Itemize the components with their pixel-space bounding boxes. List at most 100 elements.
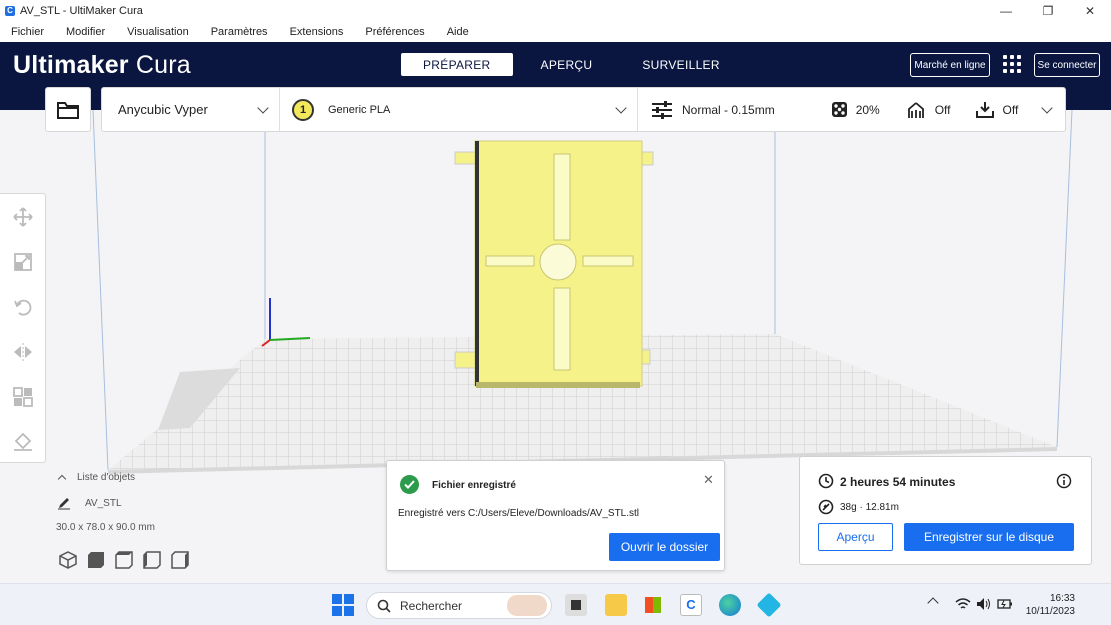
preview-button[interactable]: Aperçu [818, 523, 893, 551]
chevron-down-icon [257, 101, 269, 114]
per-model-settings-tool[interactable] [12, 386, 34, 408]
cube-front-icon [88, 552, 104, 568]
edge-browser-icon[interactable] [719, 594, 741, 616]
battery-icon[interactable] [997, 597, 1013, 611]
profile-label: Normal - 0.15mm [682, 102, 775, 117]
menu-fichier[interactable]: Fichier [11, 26, 44, 38]
cube-3d-icon [59, 551, 77, 569]
pencil-icon [58, 498, 70, 510]
material-selector[interactable]: 1 Generic PLA [280, 88, 638, 131]
move-tool[interactable] [12, 206, 34, 228]
settings-sliders-icon [652, 100, 672, 119]
support-blocker-tool[interactable] [12, 431, 34, 453]
search-placeholder: Rechercher [400, 598, 463, 613]
view-right-button[interactable] [170, 550, 190, 570]
move-icon [13, 207, 33, 227]
notification-message: Enregistré vers C:/Users/Eleve/Downloads… [398, 508, 640, 519]
camera-view-buttons [58, 550, 198, 570]
support-value: Off [934, 102, 951, 117]
material-extruder-badge: 1 [292, 98, 314, 121]
adhesion-icon [975, 101, 994, 118]
per-model-settings-icon [13, 387, 33, 407]
object-list: Liste d'objets AV_STL 30.0 x 78.0 x 90.0… [55, 472, 155, 533]
support-blocker-icon [14, 432, 32, 451]
model-tab [454, 151, 478, 165]
menu-preferences[interactable]: Préférences [365, 26, 424, 38]
infill-icon [831, 102, 847, 117]
cube-top-icon [115, 551, 133, 569]
windows-start-icon[interactable] [332, 594, 354, 616]
window-controls: — ❐ ✕ [985, 0, 1111, 21]
object-list-item[interactable]: AV_STL [55, 496, 155, 510]
microsoft-store-icon[interactable] [642, 594, 664, 616]
chevron-up-icon [57, 474, 67, 484]
menu-aide[interactable]: Aide [447, 26, 469, 38]
volume-icon[interactable] [976, 597, 992, 611]
folder-icon [57, 101, 79, 119]
mirror-tool[interactable] [12, 341, 34, 363]
material-usage: 38g · 12.81m [840, 502, 899, 513]
wifi-icon[interactable] [955, 597, 971, 611]
tab-preparer[interactable]: PRÉPARER [401, 53, 513, 76]
cura-taskbar-icon[interactable]: C [680, 594, 702, 616]
search-icon [377, 599, 391, 613]
file-explorer-icon[interactable] [605, 594, 627, 616]
window-title: AV_STL - UltiMaker Cura [20, 4, 143, 17]
object-dimensions: 30.0 x 78.0 x 90.0 mm [56, 522, 155, 533]
object-list-label: Liste d'objets [77, 472, 136, 483]
transform-tools [0, 193, 46, 463]
rotate-icon [14, 299, 32, 316]
success-check-icon [400, 475, 419, 494]
scale-tool[interactable] [12, 251, 34, 273]
model-av-stl[interactable] [474, 140, 643, 388]
printer-selector[interactable]: Anycubic Vyper [102, 88, 280, 131]
mirror-icon [14, 343, 32, 361]
apps-grid-icon[interactable] [1003, 55, 1021, 73]
print-setup-toolbar: Anycubic Vyper 1 Generic PLA Normal - 0.… [101, 87, 1066, 132]
taskbar-clock[interactable]: 16:33 10/11/2023 [1023, 592, 1075, 618]
file-saved-notification: Fichier enregistré ✕ Enregistré vers C:/… [386, 460, 725, 571]
ultimaker-cura-logo: Ultimaker Cura [13, 51, 191, 79]
adhesion-value: Off [1002, 102, 1019, 117]
print-time: 2 heures 54 minutes [840, 475, 956, 489]
view-top-button[interactable] [114, 550, 134, 570]
printer-name: Anycubic Vyper [118, 102, 208, 117]
minimize-button[interactable]: — [985, 0, 1027, 21]
window-title-bar: C AV_STL - UltiMaker Cura — ❐ ✕ [0, 0, 1111, 21]
open-folder-button[interactable]: Ouvrir le dossier [609, 533, 720, 561]
menu-modifier[interactable]: Modifier [66, 26, 105, 38]
notification-close-button[interactable]: ✕ [703, 472, 714, 488]
spool-icon [818, 499, 834, 515]
view-3d-button[interactable] [58, 550, 78, 570]
menu-parametres[interactable]: Paramètres [211, 26, 268, 38]
info-icon[interactable] [1056, 473, 1072, 489]
stage-tabs: PRÉPARER APERÇU SURVEILLER [401, 53, 748, 76]
menu-visualisation[interactable]: Visualisation [127, 26, 189, 38]
maximize-button[interactable]: ❐ [1027, 0, 1069, 21]
task-view-icon[interactable] [565, 594, 587, 616]
view-left-button[interactable] [142, 550, 162, 570]
view-front-button[interactable] [86, 550, 106, 570]
rotate-tool[interactable] [12, 296, 34, 318]
support-icon [907, 101, 924, 118]
marketplace-button[interactable]: Marché en ligne [910, 53, 990, 77]
tab-apercu[interactable]: APERÇU [519, 53, 615, 76]
chevron-up-icon[interactable] [927, 597, 939, 609]
taskbar-search[interactable]: Rechercher [366, 592, 552, 619]
object-name: AV_STL [85, 497, 122, 509]
tab-surveiller[interactable]: SURVEILLER [620, 53, 741, 76]
print-estimate-panel: 2 heures 54 minutes 38g · 12.81m Aperçu … [799, 456, 1092, 565]
app-icon[interactable] [756, 592, 782, 618]
object-list-toggle[interactable]: Liste d'objets [55, 472, 155, 484]
save-to-disk-button[interactable]: Enregistrer sur le disque [904, 523, 1074, 551]
search-highlight-image [507, 595, 547, 616]
sign-in-button[interactable]: Se connecter [1034, 53, 1100, 77]
print-settings-selector[interactable]: Normal - 0.15mm 20% Off Off [638, 88, 1065, 131]
material-name: Generic PLA [328, 103, 391, 116]
menu-extensions[interactable]: Extensions [290, 26, 344, 38]
notification-title: Fichier enregistré [432, 480, 516, 491]
open-file-button[interactable] [45, 87, 91, 132]
chevron-down-icon [1041, 101, 1053, 114]
close-button[interactable]: ✕ [1069, 0, 1111, 21]
clock-icon [818, 473, 834, 489]
